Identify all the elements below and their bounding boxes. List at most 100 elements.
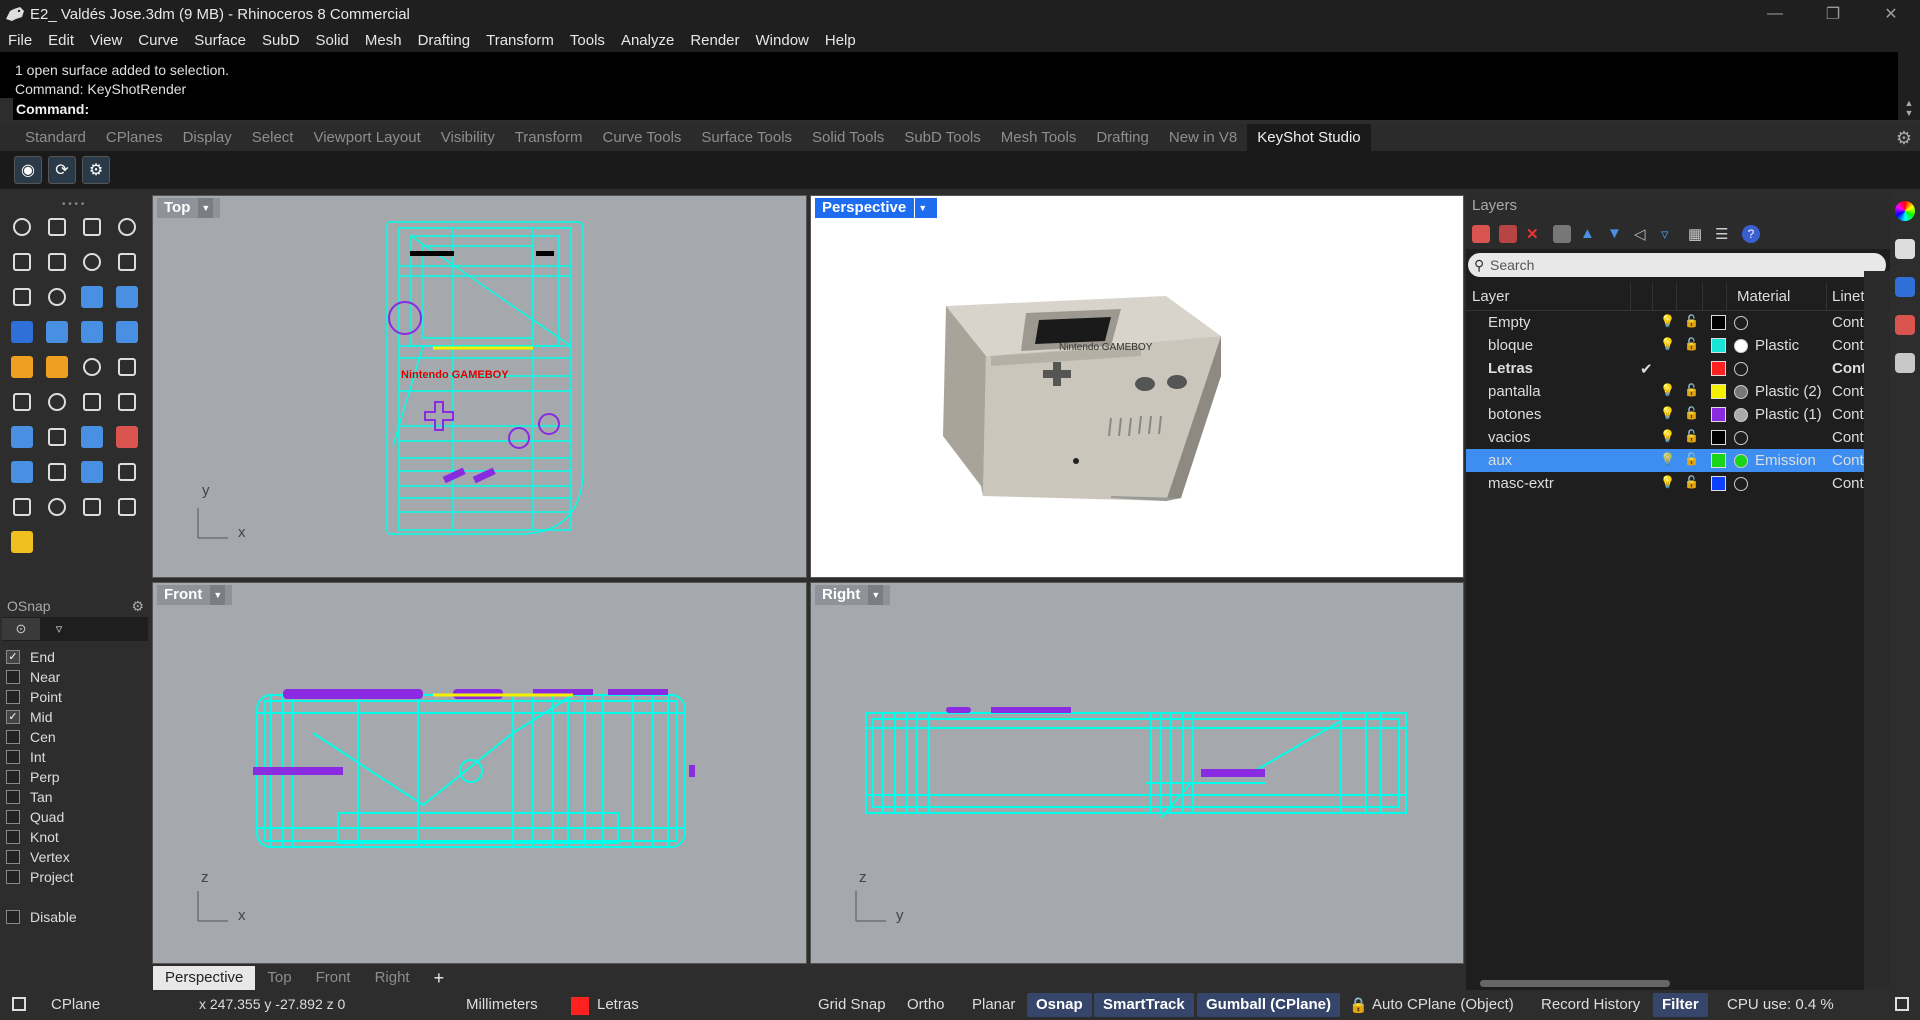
checkbox-near[interactable] [6,670,20,684]
move-out-icon[interactable]: ◁ [1634,225,1652,243]
column-material[interactable]: Material [1737,288,1790,305]
visibility-bulb-icon[interactable]: 💡 [1660,429,1675,443]
layer-linetype[interactable]: Continuous [1832,360,1864,377]
osnap-project[interactable]: Project [0,867,150,887]
osnap-quad[interactable]: Quad [0,807,150,827]
viewport-tab-right[interactable]: Right [363,966,422,990]
material-icon[interactable] [1734,362,1748,376]
smarttrack-toggle[interactable]: SmartTrack [1094,993,1194,1017]
layer-linetype[interactable]: Continuous [1832,337,1864,354]
osnap-tab-snaps[interactable]: ⊙ [2,618,40,640]
chevron-down-icon[interactable]: ▼ [868,585,884,605]
panel-toggle-icon[interactable] [1895,997,1909,1011]
bend-tool-button[interactable] [109,384,144,419]
layer-name[interactable]: vacios [1488,429,1531,446]
light-tool-button[interactable] [4,524,39,559]
layer-row[interactable]: botones 💡 🔓 Plastic (1) Continuous [1466,403,1890,426]
trim-tool-button[interactable] [74,349,109,384]
layer-color-swatch[interactable] [1711,453,1726,468]
tab-keyshot-studio[interactable]: KeyShot Studio [1247,124,1371,151]
layer-color-swatch[interactable] [1711,430,1726,445]
close-button[interactable]: ✕ [1862,0,1920,28]
menu-subd[interactable]: SubD [254,32,308,49]
keyshot-render-button[interactable]: ◉ [14,156,42,184]
viewport-label-right[interactable]: Right ▼ [815,585,891,605]
move-up-icon[interactable]: ▲ [1580,225,1598,243]
mesh-tool-button[interactable] [109,314,144,349]
layer-material[interactable]: Plastic (2) [1755,383,1822,400]
layer-row[interactable]: aux 💡 🔓 Emission Continuous [1466,449,1890,472]
layer-linetype[interactable]: Continuous [1832,429,1864,446]
material-icon[interactable] [1734,431,1748,445]
material-icon[interactable] [1734,408,1748,422]
new-sublayer-icon[interactable] [1499,225,1517,243]
chevron-down-icon[interactable]: ▼ [198,198,214,218]
layer-material[interactable]: Plastic [1755,337,1799,354]
check-tool-button[interactable] [74,489,109,524]
grid-tool-button[interactable] [74,454,109,489]
gear-icon[interactable]: ⚙ [1896,128,1912,149]
tab-display[interactable]: Display [173,124,242,151]
menu-solid[interactable]: Solid [308,32,357,49]
viewport-label-top[interactable]: Top ▼ [157,198,221,218]
cluster-tool-button[interactable] [4,384,39,419]
layer-color-swatch[interactable] [1711,315,1726,330]
curve-tool-button[interactable] [109,209,144,244]
solid-tools-tool-button[interactable] [4,489,39,524]
osnap-near[interactable]: Near [0,667,150,687]
delete-icon[interactable]: ✕ [1526,225,1544,243]
menu-file[interactable]: File [0,32,40,49]
new-layer-icon[interactable] [1472,225,1490,243]
layer-row[interactable]: vacios 💡 🔓 Continuous [1466,426,1890,449]
osnap-tab-filter[interactable]: ▿ [40,618,78,640]
layer-color-swatch[interactable] [1711,384,1726,399]
layers-tab-icon[interactable] [1895,315,1915,335]
osnap-cen[interactable]: Cen [0,727,150,747]
explode-tool-button[interactable] [4,349,39,384]
layer-vscroll[interactable] [1864,271,1890,990]
unlock-icon[interactable]: 🔓 [1684,314,1699,328]
ellipse-tool-button[interactable] [39,244,74,279]
menu-window[interactable]: Window [748,32,817,49]
point-tool-button[interactable] [39,209,74,244]
menu-curve[interactable]: Curve [130,32,186,49]
filter-icon[interactable]: ▿ [1661,225,1679,243]
checkbox-end[interactable]: ✓ [6,650,20,664]
checkbox-int[interactable] [6,750,20,764]
checkbox-point[interactable] [6,690,20,704]
layer-row[interactable]: masc-extr 💡 🔓 Continuous [1466,472,1890,495]
flow-tool-button[interactable] [39,489,74,524]
checkbox-tan[interactable] [6,790,20,804]
layer-row[interactable]: Letras ✔ Continuous [1466,357,1890,380]
layer-linetype[interactable]: Continuous [1832,383,1864,400]
layer-color-swatch[interactable] [1711,476,1726,491]
visibility-bulb-icon[interactable]: 💡 [1660,406,1675,420]
layer-state-tool-button[interactable] [109,454,144,489]
filter-toggle[interactable]: Filter [1653,993,1708,1017]
tab-drafting[interactable]: Drafting [1086,124,1159,151]
layer-hscroll[interactable] [1480,980,1670,987]
tab-mesh-tools[interactable]: Mesh Tools [991,124,1087,151]
rotate-tool-button[interactable] [74,384,109,419]
viewport-top[interactable]: Nintendo GAMEBOY Top ▼ y x [152,195,807,578]
tab-transform[interactable]: Transform [505,124,593,151]
layer-name[interactable]: aux [1488,452,1512,469]
surface-tool-button[interactable] [74,279,109,314]
menu-render[interactable]: Render [682,32,747,49]
layer-color-swatch[interactable] [1711,338,1726,353]
viewport-tab-top[interactable]: Top [255,966,303,990]
layer-material[interactable]: Emission [1755,452,1816,469]
viewport-perspective[interactable]: Nintendo GAMEBOY Perspective ▼ [810,195,1464,578]
move-down-icon[interactable]: ▼ [1607,225,1625,243]
sphere-tool-button[interactable] [39,314,74,349]
checkbox-project[interactable] [6,870,20,884]
tab-standard[interactable]: Standard [15,124,96,151]
help-icon[interactable]: ? [1742,225,1760,243]
checkbox-vertex[interactable] [6,850,20,864]
viewport-front[interactable]: Front ▼ z x [152,582,807,964]
checkbox-disable[interactable] [6,910,20,924]
keyshot-update-button[interactable]: ⟳ [48,156,76,184]
tab-select[interactable]: Select [242,124,304,151]
checkbox-knot[interactable] [6,830,20,844]
cylinder-tool-button[interactable] [74,314,109,349]
